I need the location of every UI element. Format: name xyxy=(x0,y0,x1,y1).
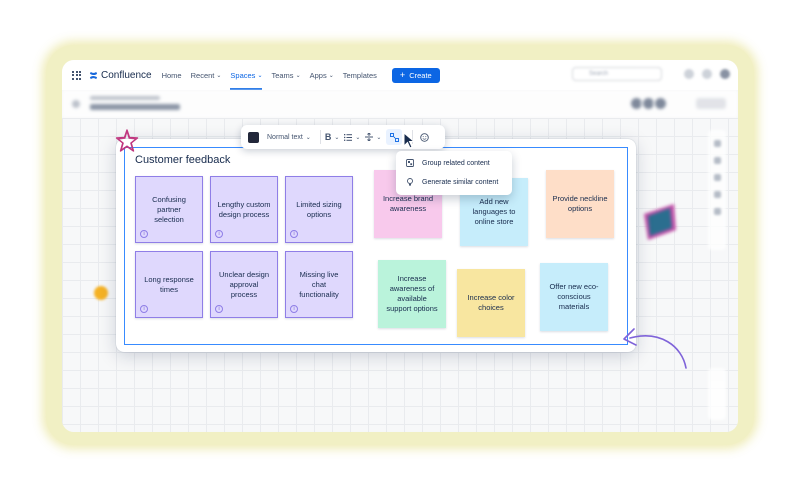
sticky-note-text: Confusing partner selection xyxy=(152,194,186,224)
confluence-logo-icon xyxy=(89,71,98,79)
menu-item-label: Generate similar content xyxy=(422,178,499,186)
nav-home-label: Home xyxy=(161,70,182,80)
sticky-note[interactable]: Increase color choices xyxy=(457,269,525,337)
sticky-note[interactable]: Limited sizing options i xyxy=(285,176,353,243)
lightbulb-icon xyxy=(407,178,413,186)
chevron-down-icon: ⌄ xyxy=(305,134,311,141)
sticky-note-text: Offer new eco-conscious materials xyxy=(549,282,599,311)
align-button[interactable]: ⌄ xyxy=(365,133,381,141)
sticky-note-text: Add new languages to online store xyxy=(472,197,516,226)
app-switcher-icon[interactable] xyxy=(72,70,81,80)
nav-spaces[interactable]: Spaces ⌄ xyxy=(230,60,263,90)
nav-spaces-label: Spaces xyxy=(230,70,256,80)
stage: Confluence Home Recent ⌄ Spaces ⌄ Teams ⌄ A… xyxy=(0,0,800,492)
divider xyxy=(319,130,321,144)
sticky-note[interactable]: Long response times i xyxy=(135,251,203,318)
color-swatch[interactable] xyxy=(248,131,259,143)
info-icon[interactable]: i xyxy=(290,230,298,238)
sticky-note-text: Provide neckline options xyxy=(552,194,608,213)
sticky-note-text: Missing live chat functionality xyxy=(299,269,339,299)
sticky-note[interactable]: Lengthy custom design process i xyxy=(210,176,278,243)
group-icon xyxy=(406,159,414,167)
chevron-down-icon: ⌄ xyxy=(334,134,340,141)
menu-item-label: Group related content xyxy=(422,159,490,167)
align-icon xyxy=(365,133,374,141)
nav-home[interactable]: Home xyxy=(162,60,182,90)
emoji-icon xyxy=(420,132,430,142)
star-doodle-icon xyxy=(115,129,139,152)
ai-actions-menu: Group related content Generate similar c… xyxy=(396,151,512,195)
nav-recent[interactable]: Recent ⌄ xyxy=(191,60,222,90)
ai-assist-button[interactable] xyxy=(386,129,403,145)
nav-teams[interactable]: Teams ⌄ xyxy=(271,60,300,90)
menu-item-generate-similar[interactable]: Generate similar content xyxy=(406,178,498,186)
share-button[interactable] xyxy=(696,98,726,109)
info-icon[interactable]: i xyxy=(290,305,298,313)
chevron-down-icon: ⌄ xyxy=(376,134,382,141)
logo-text: Confluence xyxy=(101,69,152,81)
text-style-dropdown[interactable]: Normal text ⌄ xyxy=(267,134,311,141)
sticky-note-text: Lengthy custom design process xyxy=(217,199,271,219)
info-icon[interactable]: i xyxy=(215,305,223,313)
confluence-logo[interactable]: Confluence xyxy=(89,70,152,81)
sticky-note-text: Limited sizing options xyxy=(296,199,342,219)
bold-button[interactable]: B ⌄ xyxy=(325,132,340,142)
sticky-note[interactable]: Provide neckline options xyxy=(546,170,614,238)
collaborator-avatars[interactable] xyxy=(629,96,668,111)
sticky-note[interactable]: Increase awareness of available support … xyxy=(378,260,446,328)
nav-teams-label: Teams xyxy=(271,70,294,80)
sticky-note[interactable]: Offer new eco-conscious materials xyxy=(540,263,608,331)
emoji-button[interactable] xyxy=(420,132,430,142)
nav-apps[interactable]: Apps ⌄ xyxy=(310,60,334,90)
avatar[interactable] xyxy=(720,69,730,79)
top-nav: Confluence Home Recent ⌄ Spaces ⌄ Teams ⌄ A… xyxy=(62,60,738,90)
side-toolbar[interactable] xyxy=(708,130,726,250)
chevron-down-icon: ⌄ xyxy=(295,72,301,79)
chevron-down-icon: ⌄ xyxy=(257,72,263,79)
page-header xyxy=(62,90,738,118)
decorative-blob xyxy=(94,286,108,300)
menu-item-group-related[interactable]: Group related content xyxy=(406,159,490,167)
sticky-note[interactable]: Unclear design approval process i xyxy=(210,251,278,318)
sticky-note-text: Increase brand awareness xyxy=(382,194,434,213)
sticky-note-text: Long response times xyxy=(144,274,194,294)
list-icon xyxy=(344,133,353,141)
sticky-note-text: Increase awareness of available support … xyxy=(386,274,438,313)
chevron-down-icon: ⌄ xyxy=(355,134,361,141)
sticky-note-text: Increase color choices xyxy=(467,293,515,312)
info-icon[interactable]: i xyxy=(215,230,223,238)
nav-recent-label: Recent xyxy=(190,70,215,80)
nav-templates-label: Templates xyxy=(342,70,377,80)
nav-templates[interactable]: Templates xyxy=(343,60,377,90)
search-placeholder: Search xyxy=(589,71,609,77)
info-icon[interactable]: i xyxy=(140,230,148,238)
notifications-icon[interactable] xyxy=(684,69,694,79)
ai-sparkle-icon xyxy=(389,132,399,142)
help-icon[interactable] xyxy=(702,69,712,79)
chevron-down-icon: ⌄ xyxy=(328,72,334,79)
text-style-label: Normal text xyxy=(267,133,303,141)
create-button-label: Create xyxy=(409,70,432,80)
search-input[interactable]: Search xyxy=(572,67,662,81)
list-button[interactable]: ⌄ xyxy=(344,133,361,141)
nav-apps-label: Apps xyxy=(309,70,327,80)
sticky-note[interactable]: Missing live chat functionality i xyxy=(285,251,353,318)
nav-right: Search xyxy=(572,67,730,81)
plus-icon: + xyxy=(399,70,406,80)
sticky-note[interactable]: Confusing partner selection i xyxy=(135,176,203,243)
frame-title[interactable]: Customer feedback xyxy=(135,154,230,166)
page-title xyxy=(90,104,180,110)
mouse-cursor-icon xyxy=(403,132,416,149)
sticky-note-text: Unclear design approval process xyxy=(218,269,270,299)
chevron-down-icon: ⌄ xyxy=(216,72,222,79)
info-icon[interactable]: i xyxy=(140,305,148,313)
zoom-controls[interactable] xyxy=(708,368,726,420)
breadcrumb[interactable] xyxy=(90,96,160,100)
decorative-sticker xyxy=(644,204,676,240)
arrow-doodle-icon xyxy=(623,328,687,369)
create-button[interactable]: + Create xyxy=(391,67,440,83)
bold-icon: B xyxy=(324,132,332,142)
back-icon[interactable] xyxy=(72,100,80,108)
